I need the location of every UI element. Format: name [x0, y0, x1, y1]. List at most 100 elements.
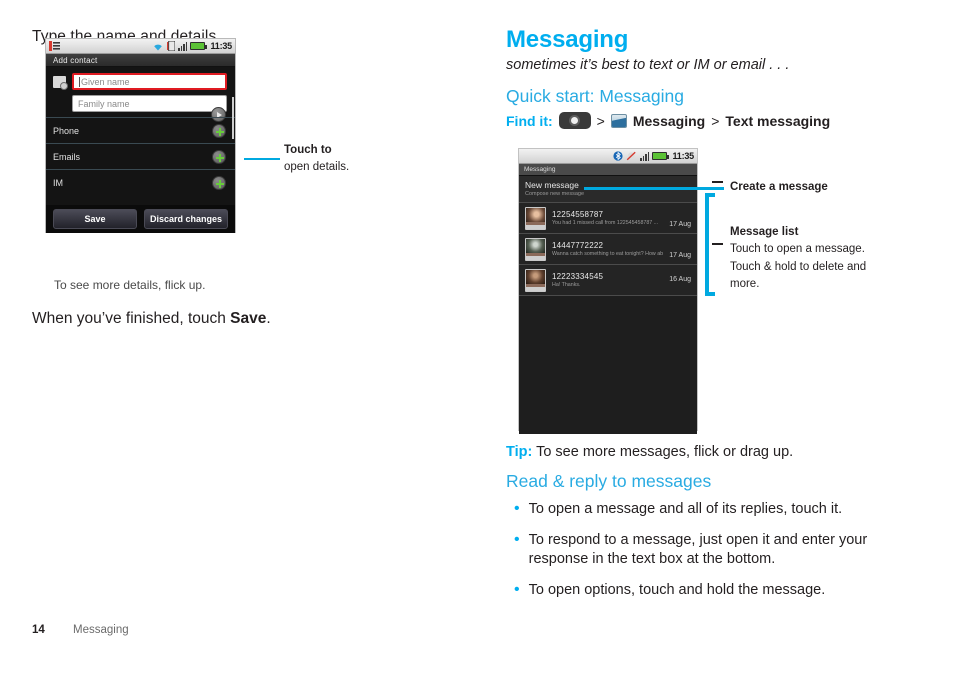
- callout-create-message: Create a message: [730, 181, 828, 193]
- contact-avatar: [525, 206, 546, 230]
- callout-message-list-line3: more.: [730, 277, 760, 290]
- footer: 14 Messaging: [32, 624, 129, 636]
- callout-open-details-line1: Touch to: [284, 144, 332, 156]
- sim-icon: [167, 40, 176, 52]
- mute-icon: [626, 151, 637, 161]
- add-im-icon[interactable]: [212, 175, 226, 190]
- tip-label: Tip:: [506, 444, 533, 460]
- contact-photo-icon: [53, 76, 68, 90]
- bullet-dot-icon: •: [514, 530, 520, 548]
- family-name-placeholder: Family name: [78, 98, 130, 109]
- list-item: • To respond to a message, just open it …: [506, 531, 926, 570]
- callout-dash: [712, 243, 723, 245]
- page-number: 14: [32, 624, 45, 636]
- notification-icon: [49, 41, 60, 53]
- message-date: 16 Aug: [669, 276, 691, 283]
- message-preview: Wanna catch something to eat tonight? Ho…: [552, 251, 664, 257]
- save-button[interactable]: Save: [53, 209, 137, 229]
- contact-avatar: [525, 237, 546, 261]
- discard-changes-button[interactable]: Discard changes: [144, 209, 228, 229]
- find-it-path: Find it: > Messaging > Text messaging: [506, 112, 830, 129]
- bullet-dot-icon: •: [514, 580, 520, 598]
- path-separator: >: [711, 112, 720, 129]
- callout-open-details-line2: open details.: [284, 160, 350, 173]
- scrollbar-thumb[interactable]: [232, 97, 234, 139]
- closing-instruction: When you’ve finished, touch Save.: [32, 310, 271, 328]
- phone-screenshot-add-contact: 11:35 Add contact Given name Family name: [45, 38, 236, 233]
- page-title: Messaging: [506, 26, 629, 53]
- path-separator: >: [596, 112, 605, 129]
- contact-row-label: Phone: [53, 125, 80, 136]
- closing-prefix: When you’ve finished, touch: [32, 310, 231, 327]
- status-bar: 11:35: [519, 149, 697, 164]
- contact-row-im[interactable]: IM: [46, 169, 235, 195]
- battery-icon: [652, 152, 670, 160]
- callout-brace: [705, 193, 715, 296]
- footer-section: Messaging: [73, 624, 129, 636]
- closing-bold: Save: [230, 310, 267, 327]
- name-row: Given name Family name: [46, 73, 235, 117]
- manual-page: Type the name and details. 11:35 Add con…: [0, 0, 954, 677]
- tip-line: Tip: To see more messages, flick or drag…: [506, 444, 793, 460]
- callout-message-list-line1: Touch to open a message.: [730, 243, 865, 256]
- message-preview: Ha! Thanks.: [552, 282, 581, 288]
- message-preview: You had 1 missed call from 122545458787 …: [552, 220, 659, 226]
- callout-open-details: Touch to open details.: [284, 142, 349, 175]
- given-name-input[interactable]: Given name: [72, 73, 227, 90]
- message-list-empty-area: [519, 296, 697, 434]
- family-name-input[interactable]: Family name: [72, 95, 227, 112]
- callout-message-list-line2: Touch & hold to delete and: [730, 260, 867, 273]
- signal-icon: [178, 41, 188, 51]
- message-date: 17 Aug: [669, 252, 691, 259]
- callout-leader-line: [584, 187, 724, 190]
- status-clock: 11:35: [210, 41, 232, 51]
- list-item-text: To open options, touch and hold the mess…: [528, 581, 826, 598]
- contact-row-emails[interactable]: Emails: [46, 143, 235, 169]
- list-item-text: To respond to a message, just open it an…: [528, 531, 868, 568]
- flick-up-caption: To see more details, flick up.: [54, 278, 206, 292]
- messaging-app-icon: [610, 113, 627, 128]
- text-caret: [79, 76, 80, 87]
- signal-icon: [640, 151, 650, 161]
- message-sender: 12254558787: [552, 210, 604, 219]
- contact-row-label: Emails: [53, 151, 81, 162]
- page-subtitle: sometimes it’s best to text or IM or ema…: [506, 57, 790, 73]
- callout-message-list: Message list Touch to open a message. To…: [730, 224, 930, 293]
- new-message-subtitle: Compose new message: [525, 191, 585, 197]
- status-clock: 11:35: [672, 151, 694, 161]
- list-item: • To open options, touch and hold the me…: [506, 581, 926, 601]
- wifi-icon: [152, 42, 164, 51]
- contact-row-phone[interactable]: Phone: [46, 117, 235, 143]
- status-bar: 11:35: [46, 39, 235, 54]
- add-phone-icon[interactable]: [212, 123, 226, 138]
- contact-row-label: IM: [53, 177, 63, 188]
- read-reply-heading: Read & reply to messages: [506, 471, 712, 491]
- battery-icon: [190, 42, 208, 50]
- list-item-text: To open a message and all of its replies…: [528, 501, 843, 517]
- left-column: Type the name and details. 11:35 Add con…: [32, 0, 472, 677]
- message-list-item[interactable]: 12223334545 Ha! Thanks. 16 Aug: [519, 265, 697, 296]
- message-sender: 14447772222: [552, 241, 604, 250]
- message-list-item[interactable]: 12254558787 You had 1 missed call from 1…: [519, 203, 697, 234]
- quick-start-heading: Quick start: Messaging: [506, 86, 684, 106]
- add-contact-body: Given name Family name Phone Emails IM S…: [46, 67, 235, 233]
- bullet-list: • To open a message and all of its repli…: [506, 500, 926, 611]
- app-launcher-icon: [558, 112, 591, 129]
- message-date: 17 Aug: [669, 221, 691, 228]
- callout-message-list-title: Message list: [730, 226, 799, 238]
- bluetooth-icon: [613, 151, 623, 161]
- callout-leader-line: [244, 158, 280, 160]
- add-email-icon[interactable]: [212, 149, 226, 164]
- find-it-app: Messaging: [632, 112, 706, 129]
- list-item: • To open a message and all of its repli…: [506, 500, 926, 520]
- right-column: Messaging sometimes it’s best to text or…: [506, 0, 936, 677]
- given-name-placeholder: Given name: [81, 76, 130, 87]
- message-list-item[interactable]: 14447772222 Wanna catch something to eat…: [519, 234, 697, 265]
- screen-title: Messaging: [519, 164, 697, 176]
- callout-dash: [712, 181, 723, 183]
- screen-title: Add contact: [46, 54, 235, 67]
- find-it-target: Text messaging: [725, 112, 831, 129]
- message-sender: 12223334545: [552, 272, 604, 281]
- contact-avatar: [525, 268, 546, 292]
- closing-suffix: .: [266, 310, 271, 327]
